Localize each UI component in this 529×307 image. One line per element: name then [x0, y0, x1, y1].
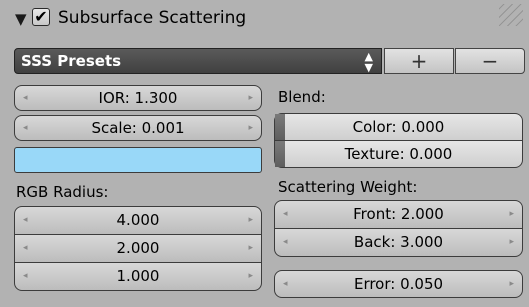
ior-value: IOR: 1.300	[98, 89, 178, 107]
radius-blue-value: 1.000	[116, 267, 160, 285]
panel-header[interactable]: ▼ ✔ Subsurface Scattering	[0, 0, 529, 40]
radius-red-field[interactable]: ◂ 4.000 ▸	[14, 206, 262, 235]
front-field[interactable]: ◂ Front: 2.000 ▸	[274, 200, 523, 229]
increment-arrow-icon[interactable]: ▸	[248, 207, 253, 234]
error-value: Error: 0.050	[353, 275, 444, 293]
blend-texture-value: Texture: 0.000	[344, 145, 453, 163]
ior-field[interactable]: ◂ IOR: 1.300 ▸	[14, 85, 262, 111]
radius-green-value: 2.000	[116, 239, 160, 257]
increment-arrow-icon[interactable]: ▸	[248, 116, 253, 140]
decrement-arrow-icon[interactable]: ◂	[23, 86, 28, 110]
decrement-arrow-icon[interactable]: ◂	[283, 271, 288, 297]
blend-color-slider[interactable]: Color: 0.000	[274, 113, 523, 141]
increment-arrow-icon[interactable]: ▸	[248, 86, 253, 110]
decrement-arrow-icon[interactable]: ◂	[283, 229, 288, 256]
subsurface-scattering-panel: ▼ ✔ Subsurface Scattering SSS Presets ▲ ▼…	[0, 0, 529, 307]
increment-arrow-icon[interactable]: ▸	[509, 229, 514, 256]
increment-arrow-icon[interactable]: ▸	[248, 235, 253, 262]
decrement-arrow-icon[interactable]: ◂	[23, 263, 28, 290]
decrement-arrow-icon[interactable]: ◂	[23, 116, 28, 140]
slider-fill	[275, 114, 285, 140]
scattering-weight-label: Scattering Weight:	[278, 178, 418, 196]
panel-title: Subsurface Scattering	[58, 8, 247, 28]
radius-green-field[interactable]: ◂ 2.000 ▸	[14, 234, 262, 263]
decrement-arrow-icon[interactable]: ◂	[23, 235, 28, 262]
scale-field[interactable]: ◂ Scale: 0.001 ▸	[14, 115, 262, 141]
scale-value: Scale: 0.001	[91, 119, 185, 137]
slider-fill	[275, 141, 285, 167]
drag-grip-icon[interactable]	[499, 4, 523, 26]
sss-presets-label: SSS Presets	[21, 52, 122, 70]
increment-arrow-icon[interactable]: ▸	[248, 263, 253, 290]
blend-color-value: Color: 0.000	[352, 118, 445, 136]
decrement-arrow-icon[interactable]: ◂	[23, 207, 28, 234]
increment-arrow-icon[interactable]: ▸	[509, 201, 514, 228]
error-field[interactable]: ◂ Error: 0.050 ▸	[274, 270, 523, 298]
add-preset-button[interactable]: +	[384, 48, 454, 74]
radius-blue-field[interactable]: ◂ 1.000 ▸	[14, 262, 262, 291]
blend-label: Blend:	[278, 88, 326, 106]
updown-arrows-icon: ▲ ▼	[364, 50, 373, 74]
decrement-arrow-icon[interactable]: ◂	[283, 201, 288, 228]
increment-arrow-icon[interactable]: ▸	[509, 271, 514, 297]
back-value: Back: 3.000	[353, 233, 444, 251]
sss-presets-menu[interactable]: SSS Presets ▲ ▼	[14, 48, 382, 74]
blend-texture-slider[interactable]: Texture: 0.000	[274, 140, 523, 168]
rgb-radius-label: RGB Radius:	[16, 183, 109, 201]
front-value: Front: 2.000	[353, 205, 444, 223]
back-field[interactable]: ◂ Back: 3.000 ▸	[274, 228, 523, 257]
radius-red-value: 4.000	[116, 211, 160, 229]
remove-preset-button[interactable]: −	[455, 48, 525, 74]
sss-color-swatch[interactable]	[14, 147, 262, 173]
enable-checkbox[interactable]: ✔	[32, 8, 50, 26]
collapse-triangle-icon[interactable]: ▼	[15, 10, 27, 28]
